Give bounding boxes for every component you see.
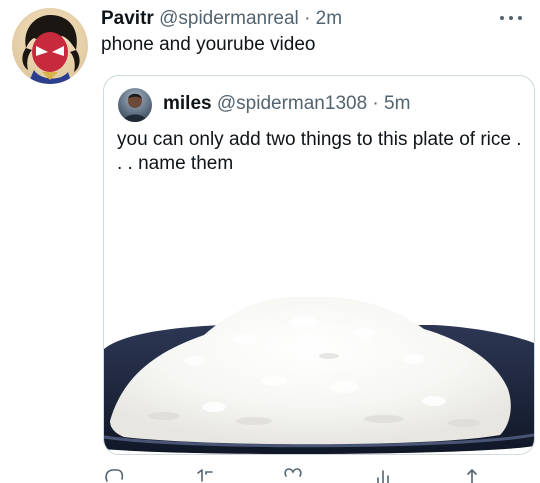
rice-plate-drawing [104, 296, 534, 454]
more-horizontal-icon[interactable] [498, 9, 524, 27]
author-handle[interactable]: @spidermanreal [159, 8, 299, 29]
quoted-header-separator: · [372, 93, 379, 114]
quoted-avatar-portrait [123, 93, 147, 122]
author-avatar[interactable] [12, 8, 88, 84]
quoted-tweet[interactable]: miles @spiderman1308 · 5m you can only a… [103, 75, 535, 455]
quoted-author-handle[interactable]: @spiderman1308 [217, 93, 367, 114]
more-dot [518, 16, 522, 20]
author-name[interactable]: Pavitr [101, 8, 154, 29]
quoted-author-name[interactable]: miles [163, 93, 212, 114]
tweet-header: Pavitr @spidermanreal · 2m [101, 7, 342, 31]
avatar-portrait [22, 14, 80, 84]
rice-plate-image[interactable] [104, 211, 534, 454]
more-dot [509, 16, 513, 20]
more-dot [500, 16, 504, 20]
quoted-tweet-timestamp[interactable]: 5m [384, 93, 410, 114]
quoted-tweet-text: you can only add two things to this plat… [117, 129, 522, 174]
tweet-timestamp[interactable]: 2m [316, 8, 342, 29]
quoted-author-avatar[interactable] [118, 88, 152, 122]
header-separator: · [304, 8, 311, 29]
quoted-tweet-header: miles @spiderman1308 · 5m [163, 92, 410, 116]
tweet-text: phone and yourube video [101, 34, 316, 55]
